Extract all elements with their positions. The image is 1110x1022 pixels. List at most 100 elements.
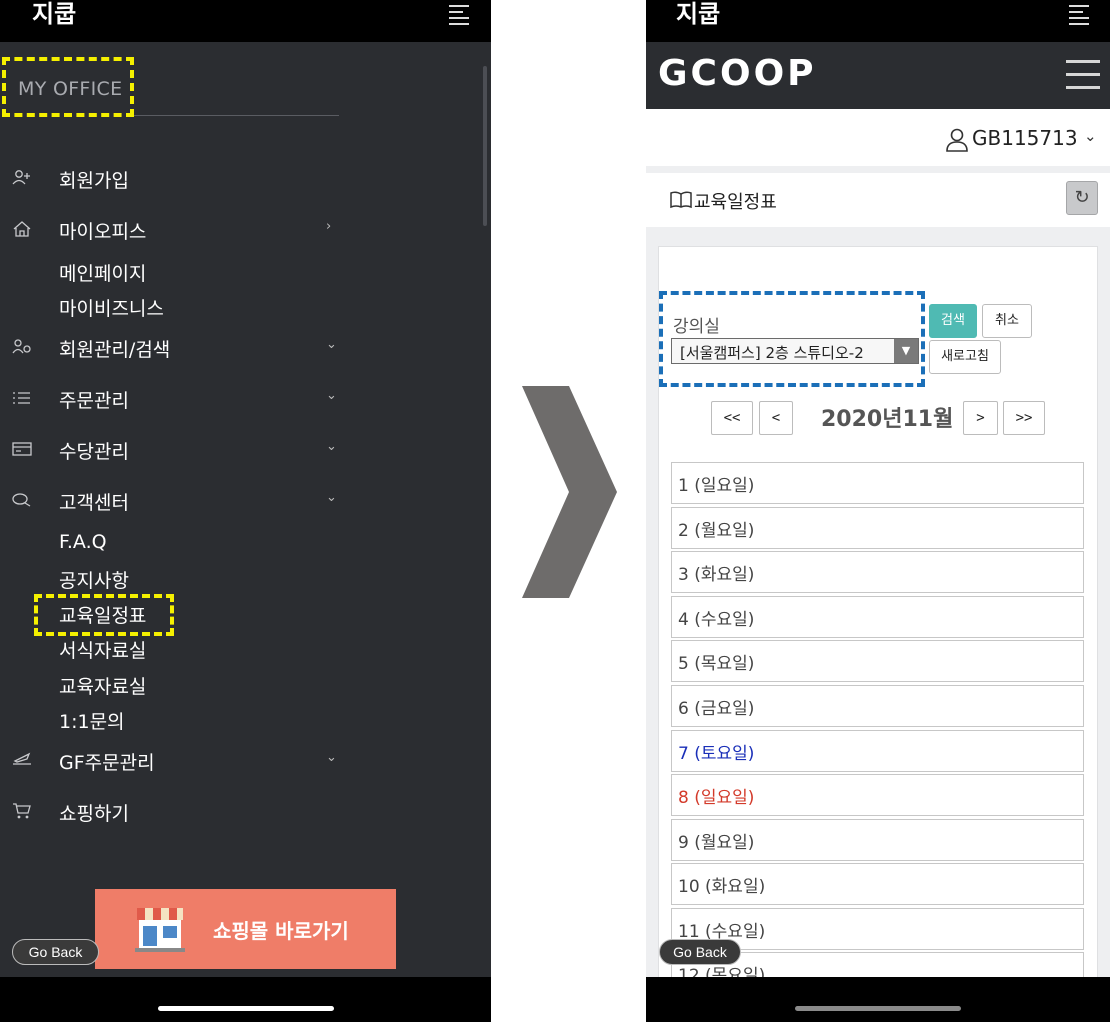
nav-item-customer-center[interactable]: 고객센터 ⌄: [0, 484, 360, 518]
cancel-button[interactable]: 취소: [982, 304, 1032, 338]
nav-label: 회원관리/검색: [59, 339, 171, 361]
highlight-room-select: [659, 291, 925, 387]
day-row[interactable]: 7 (토요일): [671, 730, 1084, 772]
sub-item-one-on-one[interactable]: 1:1문의: [59, 707, 125, 734]
nav-label: GF주문관리: [59, 752, 155, 774]
book-icon: [670, 191, 692, 209]
day-label: 7 (토요일): [678, 744, 755, 764]
highlight-my-office: [2, 57, 134, 117]
refresh-button[interactable]: ↻: [1066, 181, 1098, 215]
cart-icon: [12, 802, 32, 820]
home-indicator[interactable]: [158, 1006, 334, 1011]
chevron-down-icon[interactable]: ⌄: [1084, 127, 1097, 145]
prev-month-button[interactable]: <: [759, 401, 793, 435]
day-label: 5 (목요일): [678, 654, 755, 674]
page-title: 교육일정표: [694, 192, 777, 213]
day-row[interactable]: 5 (목요일): [671, 640, 1084, 682]
right-phone-screen: 지쿱 GCOOP GB115713 ⌄ 교육일정표 ↻ 강의실 [서울캠퍼스] …: [646, 0, 1110, 1022]
site-header: GCOOP: [646, 42, 1110, 109]
hamburger-icon[interactable]: [1066, 58, 1100, 90]
go-back-button[interactable]: Go Back: [12, 939, 99, 965]
nav-item-shopping[interactable]: 쇼핑하기: [0, 795, 360, 829]
page-title-bar: 교육일정표: [646, 173, 1110, 227]
day-row[interactable]: 10 (화요일): [671, 863, 1084, 905]
nav-item-member-manage[interactable]: 회원관리/검색 ⌄: [0, 331, 360, 365]
app-title: 지쿱: [32, 0, 77, 28]
day-label: 2 (월요일): [678, 521, 755, 541]
shop-banner-button[interactable]: 쇼핑몰 바로가기: [95, 889, 396, 969]
nav-item-gf-order[interactable]: GF주문관리 ⌄: [0, 744, 360, 778]
chevron-right-icon: ›: [326, 219, 332, 234]
nav-label: 쇼핑하기: [59, 803, 129, 825]
sub-item-main-page[interactable]: 메인페이지: [59, 259, 146, 286]
chevron-right-icon: [522, 386, 617, 598]
left-phone-screen: 지쿱 MY OFFICE 회원가입 마이오피스 › 메인페이지 마이비즈니스 회…: [0, 0, 491, 1022]
nav-label: 수당관리: [59, 441, 129, 463]
reload-button[interactable]: 새로고침: [929, 340, 1001, 374]
scrollbar[interactable]: [483, 66, 487, 226]
store-icon: [133, 904, 187, 954]
menu-icon[interactable]: [449, 5, 471, 25]
sub-item-faq[interactable]: F.A.Q: [59, 531, 107, 553]
sub-item-education-materials[interactable]: 교육자료실: [59, 672, 146, 699]
day-label: 1 (일요일): [678, 476, 755, 496]
home-indicator[interactable]: [795, 1006, 961, 1011]
users-gear-icon: [12, 338, 32, 356]
shop-banner-label: 쇼핑몰 바로가기: [213, 919, 349, 943]
day-row[interactable]: 1 (일요일): [671, 462, 1084, 504]
nav-item-order-manage[interactable]: 주문관리 ⌄: [0, 382, 360, 416]
day-row[interactable]: 4 (수요일): [671, 596, 1084, 638]
divider: [132, 115, 339, 116]
gcoop-logo[interactable]: GCOOP: [658, 54, 817, 94]
day-row[interactable]: 8 (일요일): [671, 774, 1084, 816]
nav-label: 주문관리: [59, 390, 129, 412]
nav-label: 마이오피스: [59, 221, 147, 243]
day-row[interactable]: 3 (화요일): [671, 551, 1084, 593]
day-row[interactable]: 2 (월요일): [671, 507, 1084, 549]
app-title: 지쿱: [676, 0, 721, 28]
day-label: 3 (화요일): [678, 565, 755, 585]
nav-item-myoffice[interactable]: 마이오피스 ›: [0, 213, 360, 247]
next-year-button[interactable]: >>: [1003, 401, 1045, 435]
day-row[interactable]: 6 (금요일): [671, 685, 1084, 727]
user-bar: GB115713 ⌄: [646, 109, 1110, 166]
home-bar: [646, 977, 1110, 1022]
highlight-education-schedule: [34, 594, 174, 636]
day-row[interactable]: 9 (월요일): [671, 819, 1084, 861]
chevron-down-icon: ⌄: [326, 439, 337, 454]
nav-item-allowance[interactable]: 수당관리 ⌄: [0, 433, 360, 467]
nav-label: 회원가입: [59, 170, 129, 192]
prev-year-button[interactable]: <<: [711, 401, 753, 435]
user-icon: [946, 128, 968, 156]
plane-icon: [12, 751, 32, 769]
current-month: 2020년11월: [821, 407, 954, 432]
day-label: 8 (일요일): [678, 788, 755, 808]
chevron-down-icon: ⌄: [326, 337, 337, 352]
home-bar: [0, 977, 491, 1022]
nav-label: 고객센터: [59, 492, 129, 514]
chat-icon: [12, 491, 32, 509]
day-label: 4 (수요일): [678, 610, 755, 630]
left-status-bar: 지쿱: [0, 0, 491, 42]
chevron-down-icon: ⌄: [326, 750, 337, 765]
next-month-button[interactable]: >: [963, 401, 998, 435]
menu-icon[interactable]: [1069, 5, 1091, 25]
day-label: 9 (월요일): [678, 833, 755, 853]
chevron-down-icon: ⌄: [326, 388, 337, 403]
home-icon: [12, 220, 32, 238]
card-icon: [12, 440, 32, 458]
go-back-button[interactable]: Go Back: [659, 939, 741, 965]
sub-item-my-business[interactable]: 마이비즈니스: [59, 294, 164, 321]
user-plus-icon: [12, 169, 32, 187]
chevron-down-icon: ⌄: [326, 490, 337, 505]
user-id[interactable]: GB115713: [972, 126, 1078, 150]
refresh-icon: ↻: [1074, 187, 1090, 208]
list-icon: [12, 389, 32, 407]
day-label: 6 (금요일): [678, 699, 755, 719]
search-button[interactable]: 검색: [929, 304, 977, 338]
sub-item-forms[interactable]: 서식자료실: [59, 636, 146, 663]
right-status-bar: 지쿱: [646, 0, 1110, 42]
day-label: 10 (화요일): [678, 877, 766, 897]
nav-item-signup[interactable]: 회원가입: [0, 162, 360, 196]
sub-item-notice[interactable]: 공지사항: [59, 566, 129, 593]
